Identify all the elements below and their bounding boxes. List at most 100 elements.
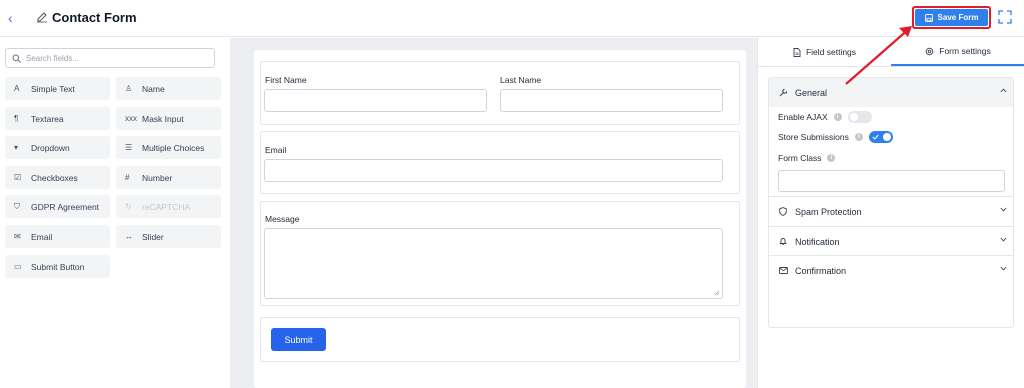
field-gdpr-agreement[interactable]: ⛉ GDPR Agreement: [5, 195, 110, 218]
save-button-label: Save Form: [937, 13, 979, 22]
dropdown-icon: ▾: [14, 143, 19, 152]
field-checkboxes[interactable]: ☑ Checkboxes: [5, 166, 110, 189]
expand-icon[interactable]: [998, 10, 1012, 24]
checkbox-icon: ☑: [14, 173, 22, 182]
tab-field-settings-label: Field settings: [805, 47, 857, 57]
shield-icon: ⛉: [14, 201, 20, 211]
list-icon: ☰: [125, 143, 133, 152]
store-submissions-toggle[interactable]: [868, 131, 893, 143]
message-block[interactable]: Message: [260, 201, 740, 306]
field-dropdown[interactable]: ▾ Dropdown: [5, 136, 110, 159]
field-label: Textarea: [31, 113, 64, 124]
save-icon: [924, 13, 933, 22]
recaptcha-icon: ↻: [125, 202, 132, 211]
field-label: Email: [31, 231, 53, 242]
submit-block[interactable]: Submit: [260, 317, 740, 362]
edit-icon: [37, 12, 47, 23]
field-label: Mask Input: [142, 113, 184, 124]
email-block[interactable]: Email: [260, 131, 740, 194]
field-label: Name: [142, 83, 165, 94]
user-icon: ♙: [125, 84, 133, 93]
form-card: First Name Last Name Email Message Submi…: [254, 50, 746, 388]
field-label: Dropdown: [31, 142, 70, 153]
tab-field-settings[interactable]: Field settings: [758, 38, 891, 66]
fields-sidebar: A Simple Text ♙ Name ¶ Textarea xxx Mask Input ▾…: [0, 38, 229, 388]
store-submissions-row: Store Submissions i: [778, 131, 893, 143]
spam-protection-title: Spam Protection: [795, 206, 862, 217]
info-icon[interactable]: i: [854, 133, 863, 141]
mail-icon: ✉: [14, 232, 21, 241]
field-name[interactable]: ♙ Name: [116, 77, 221, 100]
last-name-field[interactable]: [500, 89, 723, 112]
header-bar: ‹ Contact Form Save Form: [0, 0, 1024, 37]
field-label: GDPR Agreement: [31, 201, 100, 212]
email-field[interactable]: [264, 159, 723, 182]
settings-accordion: General Enable AJAX i Store Submissions …: [768, 77, 1014, 328]
mail-icon: [779, 267, 793, 274]
chevron-left-icon[interactable]: ‹: [8, 9, 22, 27]
field-label: Checkboxes: [31, 172, 78, 183]
chevron-down-icon: [1000, 266, 1007, 271]
resize-grip-icon[interactable]: [714, 290, 720, 296]
search-box: [5, 48, 215, 68]
text-icon: A: [14, 84, 20, 93]
save-button-highlight: Save Form: [912, 6, 991, 29]
form-class-input[interactable]: [778, 170, 1005, 192]
chevron-down-icon: [1000, 237, 1007, 242]
file-icon: [793, 47, 801, 57]
general-section-title: General: [795, 87, 828, 98]
notification-header[interactable]: Notification: [769, 227, 1013, 256]
chevron-up-icon: [1000, 88, 1007, 93]
field-email[interactable]: ✉ Email: [5, 225, 110, 248]
confirmation-header[interactable]: Confirmation: [769, 256, 1013, 285]
page-title: Contact Form: [52, 10, 137, 25]
submit-button[interactable]: Submit: [271, 328, 326, 351]
mask-icon: xxx: [125, 114, 137, 123]
field-textarea[interactable]: ¶ Textarea: [5, 107, 110, 130]
settings-tabs: Field settings Form settings: [758, 38, 1024, 67]
field-multiple-choices[interactable]: ☰ Multiple Choices: [116, 136, 221, 159]
first-name-label: First Name: [265, 75, 307, 85]
info-icon[interactable]: i: [833, 113, 842, 121]
info-icon[interactable]: i: [827, 154, 836, 162]
form-canvas: First Name Last Name Email Message Submi…: [230, 38, 757, 388]
email-label: Email: [265, 145, 287, 155]
search-input[interactable]: [26, 51, 206, 65]
enable-ajax-label: Enable AJAX: [778, 112, 828, 122]
field-simple-text[interactable]: A Simple Text: [5, 77, 110, 100]
shield-icon: [779, 207, 793, 216]
field-label: Slider: [142, 231, 164, 242]
field-label: Multiple Choices: [142, 142, 205, 153]
paragraph-icon: ¶: [14, 114, 19, 123]
field-submit-button[interactable]: ▭ Submit Button: [5, 255, 110, 278]
button-icon: ▭: [14, 262, 22, 271]
slider-icon: ↔: [125, 232, 133, 241]
first-name-field[interactable]: [264, 89, 487, 112]
field-number[interactable]: # Number: [116, 166, 221, 189]
tab-form-settings-label: Form settings: [939, 46, 991, 56]
general-section-header[interactable]: General: [769, 78, 1013, 107]
form-class-row: Form Class i: [778, 152, 836, 164]
settings-panel: Field settings Form settings General Ena…: [757, 38, 1024, 388]
field-label: reCAPTCHA: [142, 201, 191, 212]
store-submissions-label: Store Submissions: [778, 132, 849, 142]
form-class-label: Form Class: [778, 153, 822, 163]
chevron-down-icon: [1000, 207, 1007, 212]
tab-form-settings[interactable]: Form settings: [891, 38, 1024, 66]
field-recaptcha[interactable]: ↻ reCAPTCHA: [116, 195, 221, 218]
spam-protection-header[interactable]: Spam Protection: [769, 197, 1013, 226]
confirmation-title: Confirmation: [795, 265, 847, 276]
field-mask-input[interactable]: xxx Mask Input: [116, 107, 221, 130]
name-row-block[interactable]: First Name Last Name: [260, 61, 740, 125]
notification-title: Notification: [795, 236, 840, 247]
search-icon: [12, 54, 21, 63]
field-label: Simple Text: [31, 83, 75, 94]
enable-ajax-toggle[interactable]: [847, 111, 872, 123]
save-button[interactable]: Save Form: [915, 9, 988, 26]
hash-icon: #: [125, 173, 130, 182]
message-textarea[interactable]: [264, 228, 723, 299]
field-slider[interactable]: ↔ Slider: [116, 225, 221, 248]
field-label: Submit Button: [31, 261, 85, 272]
check-icon: [872, 134, 879, 140]
enable-ajax-row: Enable AJAX i: [778, 111, 872, 123]
